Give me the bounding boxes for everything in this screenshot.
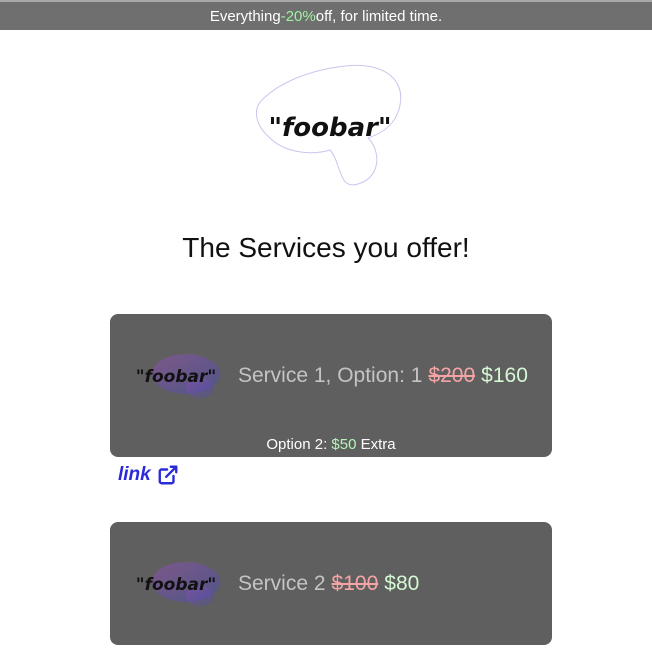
banner-suffix: off, for limited time.: [315, 7, 443, 25]
new-price: $160: [481, 364, 528, 387]
service-card-row: "foobar" Service 2 $100 $80: [128, 558, 544, 610]
service-card-row: "foobar" Service 1, Option: 1 $200 $160: [128, 350, 544, 402]
option-extra: Option 2: $50 Extra: [110, 436, 552, 453]
service-logo-text: "foobar": [136, 367, 217, 387]
service-card-2[interactable]: "foobar" Service 2 $100 $80: [110, 522, 552, 645]
link-label: link: [118, 464, 151, 485]
service-link[interactable]: link: [118, 464, 179, 486]
extra-suffix: Extra: [356, 436, 396, 453]
foobar-logo: "foobar": [255, 64, 402, 186]
service-name: Service 1, Option: 1: [238, 364, 423, 387]
service-logo: "foobar": [136, 562, 220, 606]
banner-discount: -20%: [280, 7, 316, 25]
service-card-1[interactable]: "foobar" Service 1, Option: 1 $200 $160 …: [110, 314, 552, 457]
service-logo-text: "foobar": [136, 575, 217, 595]
old-price: $200: [428, 364, 476, 387]
new-price: $80: [384, 572, 420, 595]
page-title: The Services you offer!: [182, 232, 470, 263]
promo-banner: Everything -20% off, for limited time.: [0, 0, 652, 30]
banner-prefix: Everything: [209, 7, 281, 25]
logo-text: "foobar": [268, 113, 391, 143]
extra-prefix: Option 2:: [266, 436, 332, 453]
external-link-icon: [158, 465, 178, 485]
service-logo: "foobar": [136, 354, 220, 398]
old-price: $100: [331, 572, 379, 595]
service-name: Service 2: [238, 572, 326, 595]
extra-price: $50: [331, 436, 357, 453]
